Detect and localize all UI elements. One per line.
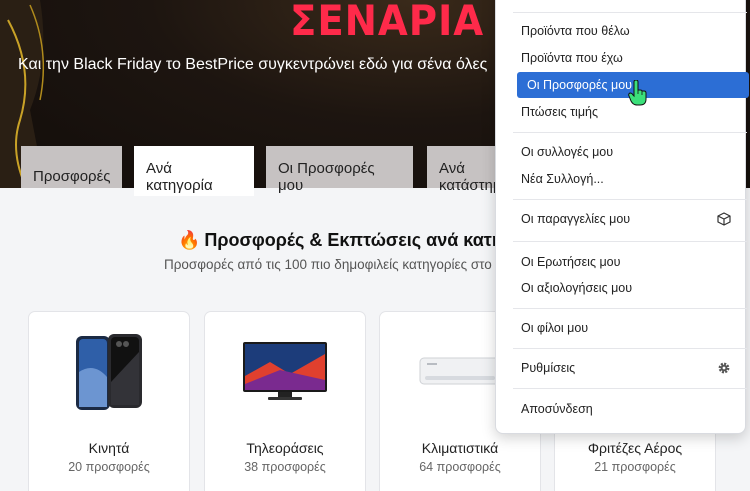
- menu-divider: [513, 348, 747, 349]
- category-card-name: Κλιματιστικά: [421, 440, 499, 456]
- tv-icon: [205, 332, 365, 412]
- hand-cursor-icon: [628, 80, 647, 106]
- category-card-count: 20 προσφορές: [68, 460, 150, 474]
- flame-icon: 🔥: [178, 230, 201, 250]
- menu-divider: [513, 241, 747, 242]
- tab-my-offers-label-line1: Οι Προσφορές: [278, 160, 375, 177]
- menu-divider: [513, 388, 747, 389]
- menu-item-my-orders[interactable]: Οι παραγγελίες μου: [521, 206, 731, 232]
- menu-item-settings-label: Ρυθμίσεις: [521, 361, 576, 375]
- tab-by-store-label-line2: κατάστημα: [439, 177, 511, 194]
- menu-divider: [513, 12, 747, 13]
- tab-offers[interactable]: Προσφορές: [21, 146, 122, 188]
- tab-offers-label: Προσφορές: [33, 168, 111, 185]
- category-card-name: Τηλεοράσεις: [246, 440, 324, 456]
- menu-item-my-orders-label: Οι παραγγελίες μου: [521, 212, 631, 226]
- hero-text: Και την Black Friday το BestPrice συγκεν…: [18, 56, 488, 73]
- tab-my-offers[interactable]: Οι Προσφορές μου: [266, 146, 413, 194]
- menu-divider: [513, 132, 747, 133]
- category-card-tvs[interactable]: Τηλεοράσεις 38 προσφορές: [204, 311, 366, 491]
- tab-by-category-label-line1: Ανά: [146, 160, 172, 177]
- menu-item-my-collections[interactable]: Οι συλλογές μου: [521, 139, 731, 165]
- menu-item-my-friends[interactable]: Οι φίλοι μου: [521, 315, 731, 341]
- hero-title: ΣΕΝΑΡΙΑ: [290, 0, 485, 45]
- category-card-count: 64 προσφορές: [419, 460, 501, 474]
- menu-item-logout[interactable]: Αποσύνδεση: [521, 396, 731, 422]
- category-card-count: 38 προσφορές: [244, 460, 326, 474]
- category-card-count: 21 προσφορές: [594, 460, 676, 474]
- menu-item-new-collection[interactable]: Νέα Συλλογή...: [521, 166, 731, 192]
- menu-divider: [513, 308, 747, 309]
- menu-divider: [513, 199, 747, 200]
- category-card-name: Φριτέζες Αέρος: [587, 440, 683, 456]
- gear-icon: [718, 362, 730, 374]
- package-icon: [717, 212, 731, 226]
- smartphone-icon: [29, 332, 189, 412]
- tab-by-category-label-line2: κατηγορία: [146, 177, 213, 194]
- menu-item-price-drops[interactable]: Πτώσεις τιμής: [521, 99, 731, 125]
- category-card-phones[interactable]: Κινητά 20 προσφορές: [28, 311, 190, 491]
- tab-by-category[interactable]: Ανά κατηγορία: [134, 146, 254, 196]
- menu-item-my-questions[interactable]: Οι Ερωτήσεις μου: [521, 249, 731, 275]
- tab-by-store-label-line1: Ανά: [439, 160, 465, 177]
- menu-item-wanted-products[interactable]: Προϊόντα που θέλω: [521, 18, 731, 44]
- menu-item-settings[interactable]: Ρυθμίσεις: [521, 355, 731, 381]
- menu-item-owned-products[interactable]: Προϊόντα που έχω: [521, 45, 731, 71]
- menu-item-my-reviews[interactable]: Οι αξιολογήσεις μου: [521, 275, 731, 301]
- user-menu-dropdown: Προϊόντα που θέλω Προϊόντα που έχω Οι Πρ…: [495, 0, 749, 434]
- tab-my-offers-label-line2: μου: [278, 177, 304, 194]
- category-card-name: Κινητά: [88, 440, 130, 456]
